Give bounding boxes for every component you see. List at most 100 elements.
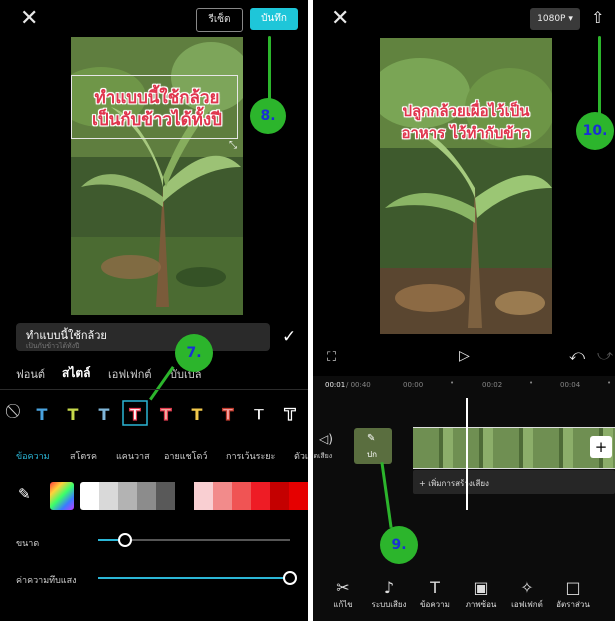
time-total: / 00:40 [346,381,371,389]
ruler-dot: • [529,379,534,387]
add-audio-track[interactable]: + เพิ่มการสร้างเสียง [413,470,615,494]
text-tool-label: ข้อความ [420,600,450,609]
tab-style[interactable]: สไตล์ [62,364,91,383]
style-swatch[interactable]: T [122,400,148,426]
effects-tool[interactable]: ✧ เอฟเฟกต์ [505,578,549,612]
filter-tool[interactable]: ฟิ [597,578,615,592]
style-swatch[interactable]: T [68,405,79,424]
color-swatch[interactable] [99,482,118,510]
color-swatch[interactable] [289,482,308,510]
style-swatch[interactable]: T [284,404,296,424]
style-swatch[interactable]: T [99,405,110,424]
ratio-tool-label: อัตราส่วน [556,600,590,609]
size-slider-handle[interactable] [117,533,132,547]
redo-icon[interactable]: ⤻ [597,346,613,364]
undo-icon[interactable]: ⤺ [569,346,585,364]
color-swatch[interactable] [156,482,175,510]
video-clip-track[interactable] [413,427,615,469]
effects-tool-icon: ✧ [520,578,534,597]
playhead[interactable] [466,398,468,510]
svg-text:T: T [223,405,234,424]
close-icon[interactable]: ✕ [20,8,38,30]
video-preview[interactable]: ทำแบบนี้ใช้กล้วย เป็นกับข้าวได้ทั้งปี ⤡ [71,37,243,315]
color-swatch[interactable] [80,482,99,510]
subtab-italic[interactable]: ตัวเอียง [294,449,308,463]
text-tool[interactable]: T ข้อความ [413,578,457,612]
subtab-text[interactable]: ข้อความ [16,449,50,463]
video-preview[interactable]: ปลูกกล้วยเผื่อไว้เป็น อาหาร ไว้ทำกับข้าว [380,38,552,334]
subtab-spacing[interactable]: การเว้นระยะ [226,449,275,463]
ruler-mark-0: 00:00 [403,381,424,389]
audio-tool-icon: ♪ [383,578,395,597]
ratio-tool[interactable]: □ อัตราส่วน [551,578,595,612]
caption-line-2: อาหาร ไว้ทำกับข้าว [401,124,531,142]
style-swatch[interactable]: T [253,404,265,424]
confirm-check-icon[interactable]: ✓ [282,327,296,347]
text-input[interactable]: ทำแบบนี้ใช้กล้วย เป็นกับข้าวได้ทั้งปี [16,323,270,351]
tab-effect[interactable]: เอฟเฟกต์ [108,365,152,383]
color-picker-gradient[interactable] [50,482,74,510]
add-clip-button[interactable]: + [590,436,612,458]
divider [0,389,308,390]
speaker-icon[interactable]: ◁) [319,432,333,446]
cover-thumbnail[interactable]: ✎ ปก [354,428,392,464]
svg-text:T: T [130,405,141,424]
color-swatch[interactable] [270,482,289,510]
fullscreen-icon[interactable]: ⛶ [327,350,336,365]
mute-label[interactable]: ปิดเสียง [313,451,332,462]
style-swatch[interactable]: T [160,404,172,424]
svg-text:T: T [285,405,296,424]
caption-line-1: ทำแบบนี้ใช้กล้วย [94,88,220,108]
caption-line-1: ปลูกกล้วยเผื่อไว้เป็น [402,102,530,120]
subtab-canvas[interactable]: แคนวาส [116,449,150,463]
text-style-swatches[interactable]: TTTTTTTTT [30,400,308,426]
style-swatch[interactable]: T [37,405,48,424]
opacity-slider-handle[interactable] [283,571,297,585]
banana-plant-image [380,38,552,334]
ratio-tool-icon: □ [565,578,581,597]
subtab-shadow[interactable]: อายแชโดว์ [164,449,207,463]
svg-text:T: T [161,405,172,424]
save-button[interactable]: บันทึก [250,8,298,30]
svg-text:T: T [37,405,48,424]
svg-text:T: T [68,405,79,424]
subtab-stroke[interactable]: สโตรค [70,449,97,463]
ruler-mark-2: 00:04 [560,381,581,389]
color-swatch[interactable] [194,482,213,510]
filter-tool-label: ฟิ [597,578,615,592]
color-swatch[interactable] [251,482,270,510]
ruler-mark-1: 00:02 [482,381,503,389]
opacity-slider[interactable] [98,571,297,585]
resize-handle-icon[interactable]: ⤡ [229,140,237,151]
resolution-dropdown[interactable]: 1080P ▾ [530,8,580,30]
opacity-label: ค่าความทึบแสง [16,576,77,586]
color-swatch[interactable] [175,482,194,510]
eyedropper-icon[interactable]: ✎ [18,485,31,503]
edit-tool[interactable]: ✂ แก้ไข [321,578,365,612]
tab-font[interactable]: ฟอนต์ [16,365,45,383]
upload-icon[interactable]: ⇧ [591,8,604,27]
marker-line-10 [598,36,601,116]
close-icon[interactable]: ✕ [331,8,349,30]
style-swatch[interactable]: T [222,404,234,424]
audio-tool[interactable]: ♪ ระบบเสียง [367,578,411,612]
edit-icon: ✎ [367,433,376,444]
cover-label: ปก [367,450,377,459]
overlay-tool-icon: ▣ [473,578,489,597]
color-swatch[interactable] [213,482,232,510]
overlay-tool[interactable]: ▣ ภาพซ้อน [459,578,503,612]
marker-8: 8. [250,98,286,134]
size-slider[interactable] [98,533,290,547]
effects-tool-label: เอฟเฟกต์ [511,600,543,609]
color-swatch[interactable] [118,482,137,510]
marker-line-7 [149,366,175,401]
left-panel: ✕ รีเซ็ต บันทึก ทำแบบนี้ใช้กล้วย เป็นกับ… [0,0,308,621]
play-icon[interactable]: ▷ [459,348,470,364]
text-input-value-line2: เป็นกับข้าวได้ทั้งปี [26,342,80,348]
color-swatch[interactable] [137,482,156,510]
style-swatch[interactable]: T [192,405,203,424]
marker-10: 10. [576,112,614,150]
text-tool-icon: T [430,578,440,597]
reset-button[interactable]: รีเซ็ต [196,8,243,32]
color-swatch[interactable] [232,482,251,510]
